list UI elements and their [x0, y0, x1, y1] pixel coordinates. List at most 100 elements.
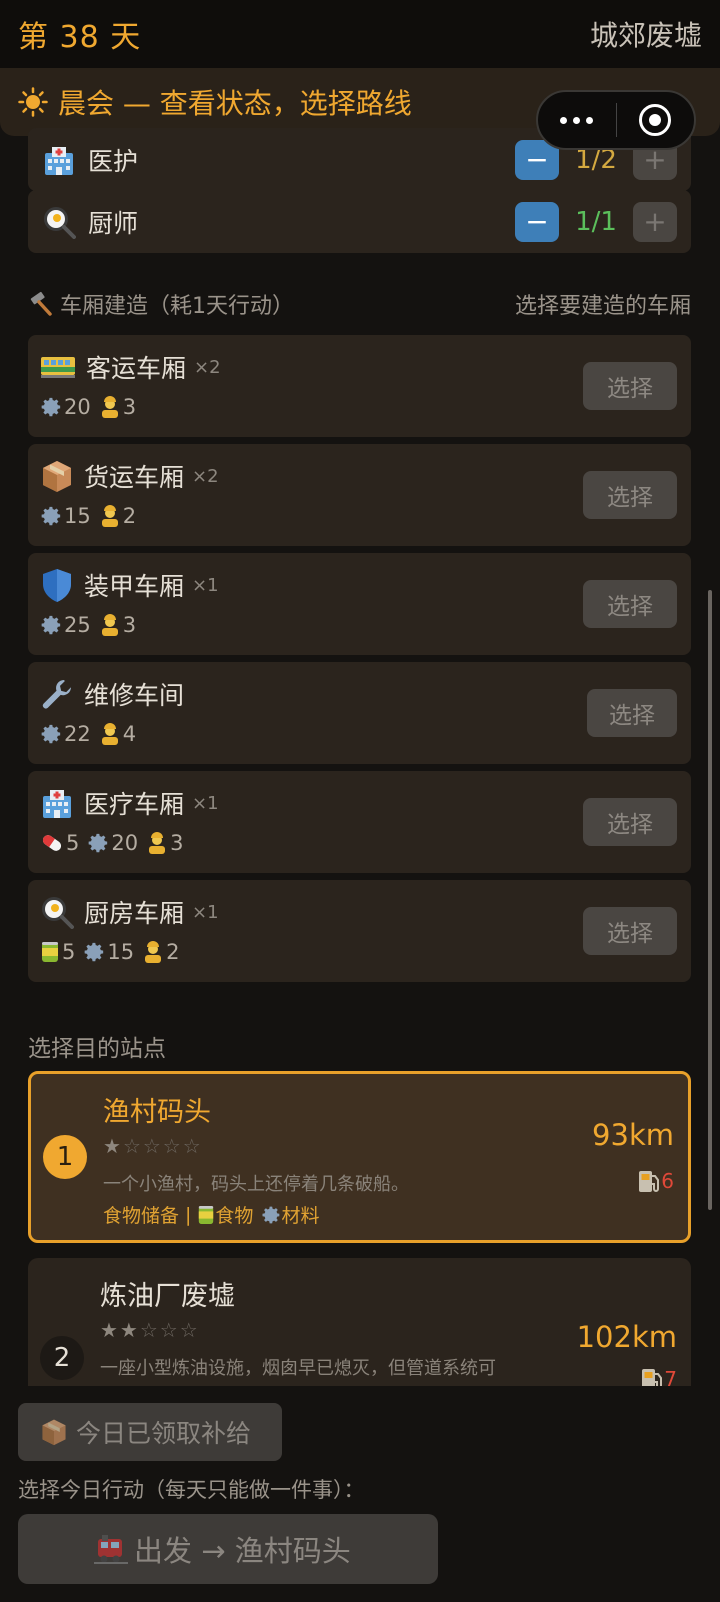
hospital-icon [45, 146, 73, 175]
build-car-name: 维修车间 [84, 681, 185, 710]
destination-number: 1 [43, 1135, 87, 1179]
destination-tags: 食物储备 | 食物 材料 [103, 1201, 319, 1228]
train-icon [94, 1535, 128, 1564]
staff-name: 厨师 [88, 208, 139, 238]
cost-value: 20 [111, 831, 139, 855]
passenger-car-icon [41, 357, 75, 378]
build-car-name: 装甲车厢 [84, 572, 185, 601]
destination-name: 渔村码头 [103, 1097, 211, 1128]
build-car-count: ×1 [192, 574, 219, 596]
build-car-name: 厨房车厢 [84, 899, 185, 928]
frying-pan-icon [42, 897, 74, 929]
shield-icon [43, 569, 71, 602]
depart-label: 出发 → 渔村码头 [134, 1534, 351, 1568]
cost-value: 2 [122, 504, 137, 528]
build-car-count: ×1 [192, 901, 219, 923]
cost-value: 15 [107, 940, 135, 964]
select-button[interactable]: 选择 [583, 471, 677, 519]
can-icon [42, 942, 58, 962]
build-card-kitchen: 厨房车厢 ×1 5 15 2 选择 [28, 880, 691, 982]
build-card-cargo: 货运车厢 ×2 15 2 选择 [28, 444, 691, 546]
claim-supply-label: 今日已领取补给 [76, 1419, 252, 1448]
increase-button[interactable]: + [633, 201, 677, 242]
close-miniprogram-button[interactable] [617, 104, 695, 136]
destination-fuel-cost: 6 [637, 1168, 674, 1194]
scrollbar[interactable] [708, 590, 712, 1210]
action-hint: 选择今日行动（每天只能做一件事）： [18, 1478, 365, 1502]
gear-icon [89, 833, 108, 853]
worker-icon [101, 614, 118, 636]
destination-section-title: 选择目的站点 [28, 1036, 166, 1062]
decrease-button[interactable]: − [515, 201, 559, 242]
select-button[interactable]: 选择 [583, 362, 677, 410]
claim-supply-button[interactable]: 今日已领取补给 [18, 1403, 282, 1461]
destination-description: 一座小型炼油设施，烟囱早已熄灭，但管道系统可 [100, 1358, 496, 1379]
build-car-name: 货运车厢 [84, 463, 185, 492]
action-panel: 今日已领取补给 选择今日行动（每天只能做一件事）： 出发 → 渔村码头 [0, 1386, 720, 1602]
staff-stepper: − 1/1 + [515, 201, 677, 242]
miniprogram-capsule [536, 90, 696, 150]
destination-tag: 材料 [281, 1205, 320, 1227]
fuel-value: 6 [661, 1169, 674, 1193]
pill-icon [42, 835, 62, 851]
location-name: 城郊废墟 [589, 19, 702, 52]
select-button[interactable]: 选择 [587, 689, 677, 737]
staff-count: 1/1 [575, 206, 617, 237]
staff-name: 医护 [88, 146, 139, 176]
gear-icon [262, 1206, 280, 1223]
cost-value: 2 [166, 940, 180, 964]
sun-icon [18, 87, 48, 117]
build-car-name: 客运车厢 [86, 354, 187, 383]
destination-rating: ★★☆☆☆ [100, 1318, 200, 1342]
select-button[interactable]: 选择 [583, 798, 677, 846]
cost-value: 3 [122, 613, 137, 637]
worker-icon [145, 941, 162, 963]
staff-row-cook: 厨师 − 1/1 + [28, 190, 691, 253]
cost-value: 3 [122, 395, 137, 419]
select-button[interactable]: 选择 [583, 580, 677, 628]
gear-icon [41, 397, 61, 417]
cost-value: 5 [62, 940, 76, 964]
build-car-count: ×2 [192, 465, 219, 487]
gear-icon [41, 506, 61, 526]
hospital-icon [43, 790, 71, 818]
depart-button[interactable]: 出发 → 渔村码头 [18, 1514, 438, 1584]
fuel-pump-icon [639, 1171, 660, 1192]
more-options-button[interactable] [538, 116, 616, 124]
destination-section-header: 选择目的站点 [28, 1029, 691, 1063]
worker-icon [101, 505, 118, 527]
build-section-header: 车厢建造（耗1天行动） 选择要建造的车厢 [28, 288, 691, 320]
can-icon [199, 1205, 214, 1224]
destination-tag: 食物 [215, 1205, 254, 1227]
destination-distance: 93km [592, 1118, 674, 1152]
cost-value: 5 [66, 831, 80, 855]
build-car-count: ×2 [194, 356, 221, 378]
destination-card-selected[interactable]: 1 渔村码头 ★☆☆☆☆ 一个小渔村，码头上还停着几条破船。 食物储备 | 食物… [28, 1071, 691, 1243]
select-button[interactable]: 选择 [583, 907, 677, 955]
phase-label: 晨会 — 查看状态，选择路线 [58, 87, 412, 120]
cost-value: 22 [64, 722, 91, 746]
worker-icon [149, 832, 166, 854]
build-card-workshop: 维修车间 22 4 选择 [28, 662, 691, 764]
build-card-medical: 医疗车厢 ×1 5 20 3 选择 [28, 771, 691, 873]
destination-description: 一个小渔村，码头上还停着几条破船。 [103, 1174, 409, 1195]
package-icon [42, 1419, 66, 1446]
target-icon [639, 104, 672, 136]
build-section-hint: 选择要建造的车厢 [514, 294, 691, 319]
package-icon [43, 461, 71, 492]
cost-value: 3 [170, 831, 184, 855]
build-car-name: 医疗车厢 [84, 790, 185, 819]
hammer-icon [30, 291, 52, 316]
destination-rating: ★☆☆☆☆ [103, 1134, 203, 1158]
cost-value: 15 [64, 504, 91, 528]
build-car-count: ×1 [192, 792, 219, 814]
day-counter: 第 38 天 [18, 20, 142, 55]
frying-pan-icon [44, 206, 76, 239]
build-section-title: 车厢建造（耗1天行动） [60, 294, 294, 319]
worker-icon [101, 723, 118, 745]
cost-value: 25 [64, 613, 91, 637]
worker-icon [101, 396, 118, 418]
gear-icon [41, 615, 61, 635]
gear-icon [85, 942, 104, 962]
cost-value: 20 [64, 395, 91, 419]
